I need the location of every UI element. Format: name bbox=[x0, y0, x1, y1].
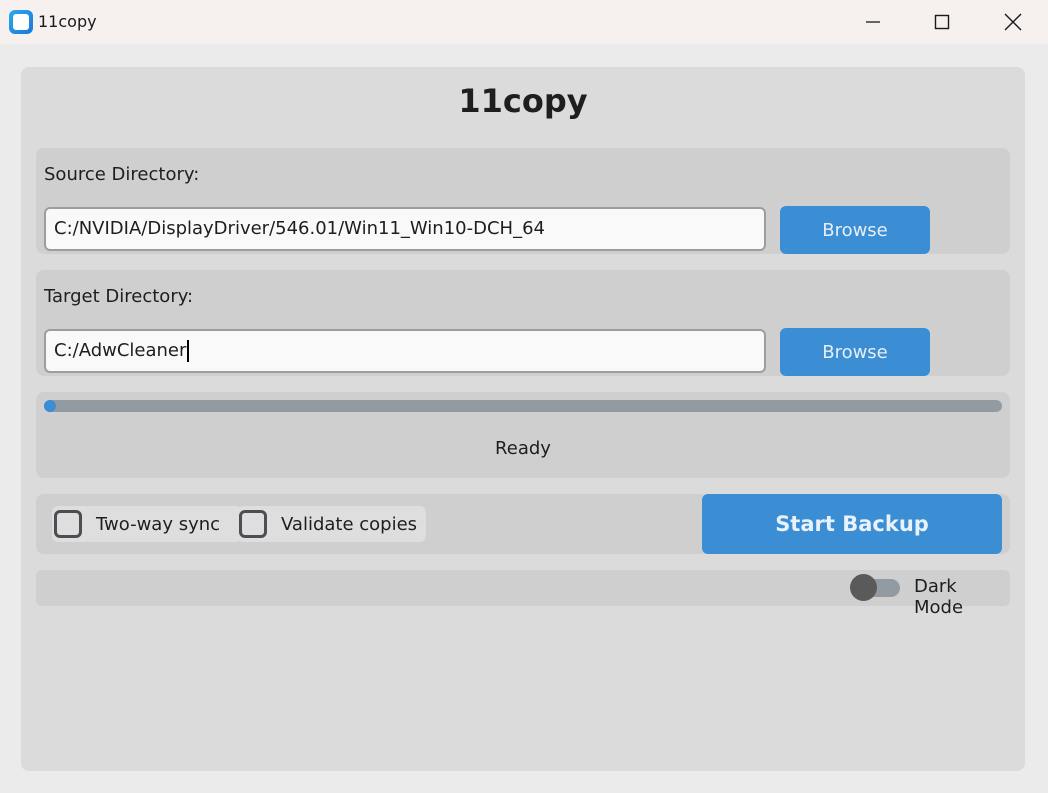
options-panel: Two-way sync Validate copies Start Backu… bbox=[36, 494, 1010, 554]
title-bar: 11copy bbox=[0, 0, 1048, 44]
source-panel: Source Directory: C:/NVIDIA/DisplayDrive… bbox=[36, 148, 1010, 254]
progress-fill bbox=[44, 400, 56, 412]
validate-copies-checkbox[interactable]: Validate copies bbox=[237, 506, 426, 542]
target-label: Target Directory: bbox=[44, 286, 194, 307]
source-label: Source Directory: bbox=[44, 164, 200, 185]
source-path-input[interactable]: C:/NVIDIA/DisplayDriver/546.01/Win11_Win… bbox=[44, 207, 766, 251]
progress-bar bbox=[44, 400, 1002, 412]
validate-copies-label: Validate copies bbox=[281, 513, 418, 535]
source-browse-button[interactable]: Browse bbox=[780, 206, 930, 254]
source-path-value: C:/NVIDIA/DisplayDriver/546.01/Win11_Win… bbox=[54, 218, 545, 239]
dark-mode-switch-knob[interactable] bbox=[850, 574, 877, 601]
progress-panel: Ready bbox=[36, 392, 1010, 478]
two-way-sync-label: Two-way sync bbox=[96, 513, 221, 535]
two-way-sync-checkbox[interactable]: Two-way sync bbox=[52, 506, 242, 542]
theme-panel: Dark Mode bbox=[36, 570, 1010, 618]
target-panel: Target Directory: C:/AdwCleaner Browse bbox=[36, 270, 1010, 376]
two-way-sync-box[interactable] bbox=[54, 510, 82, 538]
app-icon bbox=[9, 10, 33, 34]
maximize-icon bbox=[934, 14, 950, 30]
close-button[interactable] bbox=[978, 0, 1048, 44]
target-browse-button[interactable]: Browse bbox=[780, 328, 930, 376]
minimize-button[interactable] bbox=[838, 0, 908, 44]
close-icon bbox=[1004, 13, 1022, 31]
target-path-value: C:/AdwCleaner bbox=[54, 340, 187, 361]
text-caret bbox=[187, 340, 190, 362]
target-path-input[interactable]: C:/AdwCleaner bbox=[44, 329, 766, 373]
minimize-icon bbox=[866, 21, 880, 23]
validate-copies-box[interactable] bbox=[239, 510, 267, 538]
dark-mode-label: Dark Mode bbox=[914, 576, 964, 618]
page-title: 11copy bbox=[458, 82, 588, 120]
start-backup-button[interactable]: Start Backup bbox=[702, 494, 1002, 554]
status-text: Ready bbox=[495, 438, 551, 459]
window-title: 11copy bbox=[38, 12, 97, 31]
maximize-button[interactable] bbox=[907, 0, 977, 44]
